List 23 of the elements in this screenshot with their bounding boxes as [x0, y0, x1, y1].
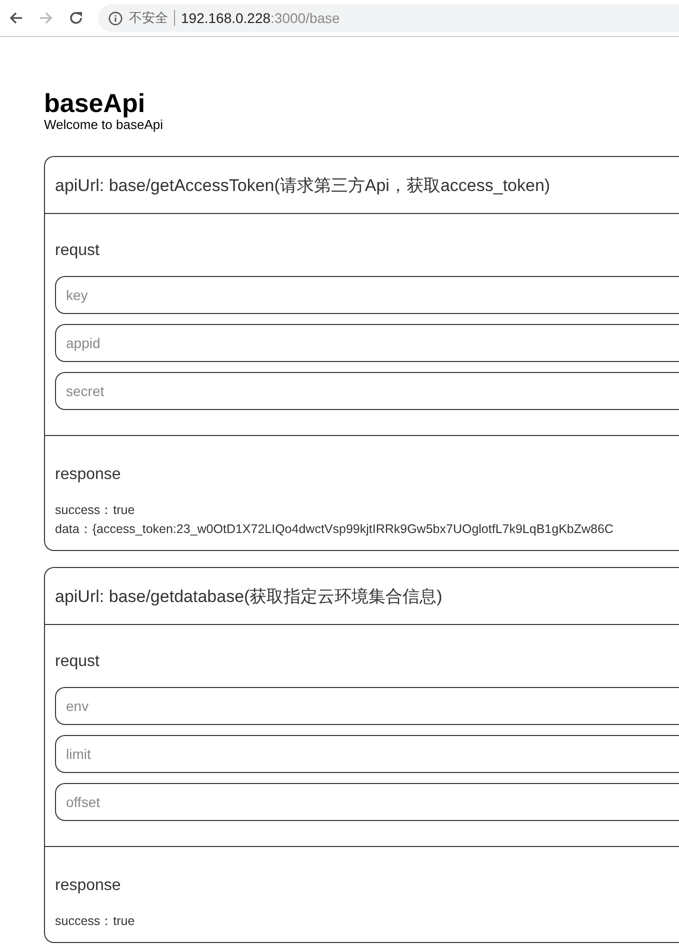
api-url: apiUrl: base/getdatabase(获取指定云环境集合信息) — [55, 587, 442, 606]
response-title: response — [55, 877, 122, 895]
input-field[interactable]: secret — [55, 372, 679, 410]
response-title: response — [55, 466, 122, 484]
info-icon[interactable] — [108, 10, 123, 26]
response-line: success：true — [55, 502, 136, 519]
reload-icon[interactable] — [68, 10, 84, 26]
api-url: apiUrl: base/getAccessToken(请求第三方Api，获取access_token) — [55, 176, 550, 195]
response-line: data：{access_token:23_w0OtD1X72LIQo4dwctVsp99kjtIRRk9Gw5bx7UOglotfL7k9LqB1gKbZw86C — [55, 521, 614, 538]
address-bar[interactable]: 不安全 192.168.0.228:3000/base — [98, 4, 679, 32]
back-icon[interactable] — [8, 10, 24, 26]
page-subtitle: Welcome to baseApi — [44, 117, 164, 132]
url-text: 192.168.0.228:3000/base — [181, 10, 340, 26]
input-field[interactable]: offset — [55, 783, 679, 821]
security-label: 不安全 — [129, 9, 168, 27]
input-field[interactable]: limit — [55, 735, 679, 773]
response-line: success：true — [55, 913, 136, 930]
request-title: requst — [55, 653, 100, 671]
input-field[interactable]: env — [55, 687, 679, 725]
request-title: requst — [55, 242, 100, 260]
input-field[interactable]: appid — [55, 324, 679, 362]
page-title: baseApi — [44, 89, 146, 117]
input-field[interactable]: key — [55, 276, 679, 314]
